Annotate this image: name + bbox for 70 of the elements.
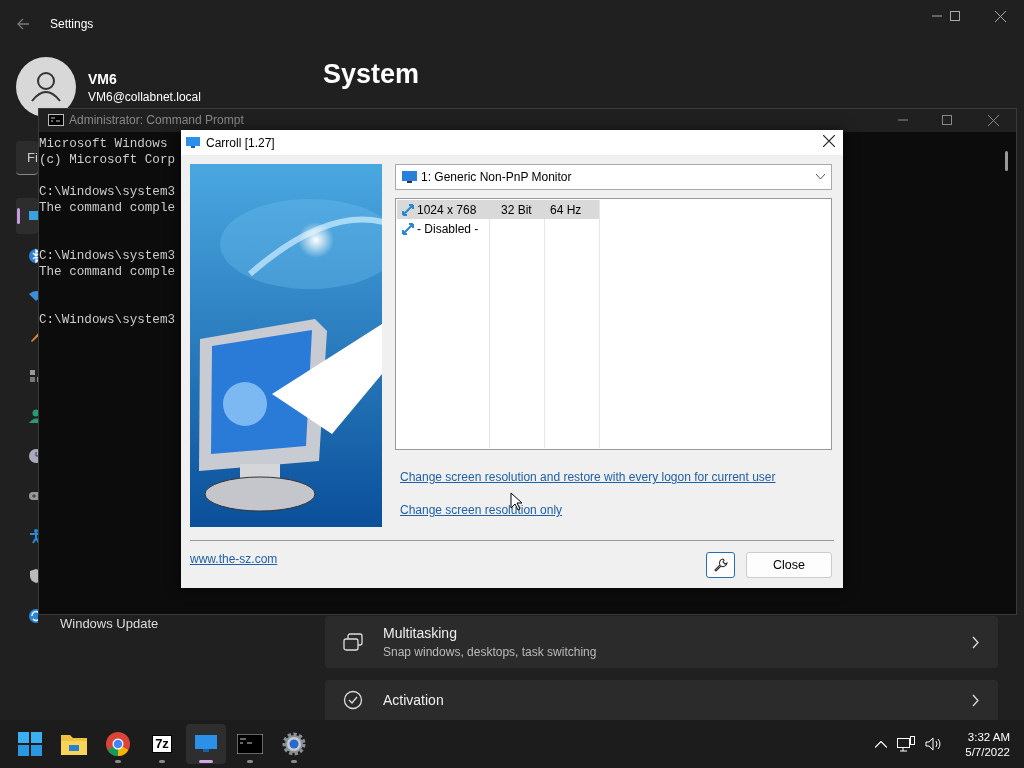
chevron-right-icon xyxy=(972,693,980,707)
user-email: VM6@collabnet.local xyxy=(88,90,201,104)
start-icon xyxy=(18,732,42,756)
settings-card[interactable]: Multitasking Snap windows, desktops, task switching xyxy=(325,616,998,668)
person-icon xyxy=(28,408,38,424)
clock-time[interactable]: 3:32 AM xyxy=(967,730,1010,743)
volume-icon[interactable] xyxy=(925,737,944,751)
monitor-dropdown[interactable]: 1: Generic Non-PnP Monitor xyxy=(395,164,832,190)
close-icon[interactable] xyxy=(995,11,1006,22)
card-title: Activation xyxy=(383,692,445,708)
user-name: VM6 xyxy=(88,71,117,87)
archiver-icon: 7z xyxy=(152,735,172,753)
monitor-icon xyxy=(186,136,200,149)
apps-icon xyxy=(28,368,38,384)
list-cell: 64 Hz xyxy=(550,202,582,217)
clock-icon xyxy=(28,448,38,464)
browser-icon xyxy=(106,732,130,756)
gear-icon xyxy=(282,732,306,756)
website-link[interactable]: www.the-sz.com xyxy=(190,552,695,566)
window-title: Carroll [1.27] xyxy=(206,135,275,150)
check-circle-icon xyxy=(343,690,363,710)
folder-icon xyxy=(61,733,87,755)
window-title: Settings xyxy=(50,17,94,31)
nav-label[interactable]: Windows Update xyxy=(60,616,159,631)
resize-arrow-icon xyxy=(402,222,414,235)
console-line: C:\Windows\system3 xyxy=(39,248,176,264)
maximize-icon[interactable] xyxy=(942,115,952,125)
chevron-up-icon[interactable] xyxy=(875,740,888,748)
list-row[interactable]: 1024 x 768 32 Bit 64 Hz xyxy=(397,200,599,219)
console-line: The command comple xyxy=(39,264,176,280)
settings-card[interactable]: Activation xyxy=(325,680,998,720)
maximize-icon[interactable] xyxy=(950,11,960,21)
taskbar-button[interactable]: 7z xyxy=(142,724,182,764)
monitor-icon xyxy=(402,170,417,184)
accessibility-icon xyxy=(28,528,38,544)
settings-button[interactable] xyxy=(706,552,735,578)
console-line: C:\Windows\system3 xyxy=(39,312,176,328)
resize-arrow-icon xyxy=(402,203,414,216)
console-line: Microsoft Windows xyxy=(39,136,168,152)
close-icon[interactable] xyxy=(823,135,835,147)
network-icon[interactable] xyxy=(897,736,916,752)
link[interactable]: Change screen resolution and restore with every logon for current user xyxy=(400,470,776,484)
clock-date[interactable]: 5/7/2022 xyxy=(965,745,1010,758)
page-title: System xyxy=(323,59,420,90)
list-row[interactable]: - Disabled - xyxy=(397,219,599,238)
close-button[interactable]: Close xyxy=(746,552,832,578)
link[interactable]: Change screen resolution only xyxy=(400,503,563,517)
wifi-icon xyxy=(28,288,38,304)
selection-bar xyxy=(17,208,20,224)
list-cell: 32 Bit xyxy=(501,202,532,217)
console-icon xyxy=(48,114,64,126)
card-title: Multitasking xyxy=(383,625,458,641)
windows-stack-icon xyxy=(343,633,363,651)
console-line: The command comple xyxy=(39,200,176,216)
list-cell: 1024 x 768 xyxy=(417,202,477,217)
nav-item[interactable] xyxy=(16,198,38,234)
back-arrow-icon[interactable] xyxy=(17,18,30,30)
console-line: C:\Windows\system3 xyxy=(39,184,176,200)
console-icon xyxy=(237,734,263,754)
shield-icon xyxy=(28,568,38,584)
taskbar-button[interactable] xyxy=(186,724,226,764)
window-title: Administrator: Command Prompt xyxy=(69,113,244,127)
card-description: Snap windows, desktops, task switching xyxy=(383,645,598,659)
chevron-right-icon xyxy=(972,635,980,649)
search-field[interactable]: Fi xyxy=(16,141,38,175)
wrench-icon xyxy=(713,558,728,572)
list-cell: - Disabled - xyxy=(417,221,479,236)
chevron-down-icon xyxy=(816,174,825,180)
console-line: (c) Microsoft Corp xyxy=(39,152,176,168)
monitor-icon xyxy=(195,735,217,753)
